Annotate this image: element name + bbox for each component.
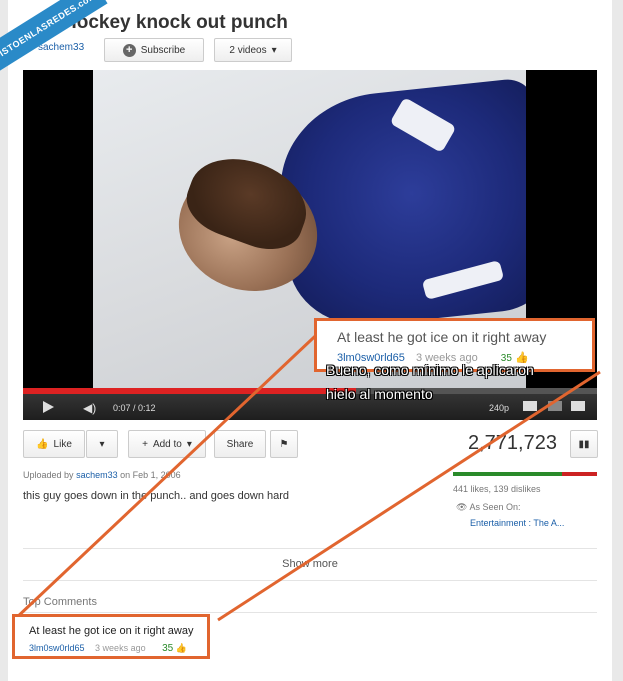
chevron-down-icon: ▾ bbox=[186, 438, 192, 450]
like-ratio-fill bbox=[453, 472, 563, 476]
add-to-button[interactable]: + Add to ▾ bbox=[128, 430, 206, 458]
upload-info: Uploaded by sachem33 on Feb 1, 2006 bbox=[23, 470, 181, 480]
plus-icon: + bbox=[142, 438, 148, 450]
eye-icon: 👁 bbox=[456, 502, 468, 512]
comment-box: At least he got ice on it right away 3lm… bbox=[12, 614, 210, 659]
play-icon[interactable] bbox=[43, 401, 54, 413]
translation-line1: Bueno, como mínimo le aplicaron bbox=[326, 362, 534, 378]
player-controls: ◀) 0:07 / 0:12 240p bbox=[23, 388, 597, 420]
video-title: Hockey knock out punch bbox=[63, 12, 288, 33]
as-seen-on-link[interactable]: Entertainment : The A... bbox=[470, 518, 564, 528]
comment-meta: 3lm0sw0rld65 3 weeks ago 35 👍 bbox=[29, 643, 187, 654]
chevron-down-icon: ▾ bbox=[271, 44, 277, 56]
progress-bar[interactable] bbox=[23, 388, 597, 394]
channel-name[interactable]: sachem33 bbox=[38, 42, 84, 53]
share-button[interactable]: Share bbox=[214, 430, 266, 458]
video-description: this guy goes down in the punch.. and go… bbox=[23, 490, 290, 502]
divider bbox=[23, 548, 597, 549]
bar-chart-icon: ▮▮ bbox=[578, 438, 590, 450]
like-button[interactable]: 👍 Like bbox=[23, 430, 85, 458]
divider bbox=[23, 612, 597, 613]
quality-button[interactable]: 240p bbox=[489, 403, 509, 413]
time-display: 0:07 / 0:12 bbox=[113, 403, 156, 413]
top-comments-heading: Top Comments bbox=[23, 596, 97, 608]
thumbs-up-icon: 👍 bbox=[175, 643, 187, 653]
likes-dislikes: 441 likes, 139 dislikes bbox=[453, 484, 541, 494]
subscribe-button[interactable]: + Subscribe bbox=[104, 38, 204, 62]
as-seen-on-label: 👁 As Seen On: bbox=[456, 502, 521, 512]
view-count: 2,771,723 bbox=[468, 432, 557, 454]
thumbs-up-icon: 👍 bbox=[36, 438, 49, 450]
translation-line2: hielo al momento bbox=[326, 386, 433, 402]
show-more-button[interactable]: Show more bbox=[8, 558, 612, 570]
captions-icon[interactable] bbox=[523, 401, 537, 411]
videos-dropdown[interactable]: 2 videos ▾ bbox=[214, 38, 292, 62]
callout-comment-text: At least he got ice on it right away bbox=[337, 329, 547, 345]
dislike-button[interactable]: ▾ bbox=[86, 430, 118, 458]
divider bbox=[23, 580, 597, 581]
stats-button[interactable]: ▮▮ bbox=[570, 430, 598, 458]
flag-button[interactable]: ⚑ bbox=[270, 430, 298, 458]
progress-fill bbox=[23, 388, 356, 394]
flag-icon: ⚑ bbox=[279, 438, 289, 450]
comment-text: At least he got ice on it right away bbox=[29, 625, 194, 637]
thumbs-down-icon: ▾ bbox=[99, 438, 105, 450]
uploader-link[interactable]: sachem33 bbox=[76, 470, 118, 480]
popout-icon[interactable] bbox=[548, 401, 562, 411]
like-ratio-bar bbox=[453, 472, 597, 476]
plus-icon: + bbox=[122, 43, 136, 57]
volume-icon[interactable]: ◀) bbox=[83, 401, 96, 415]
comment-user-link[interactable]: 3lm0sw0rld65 bbox=[29, 643, 85, 653]
fullscreen-icon[interactable] bbox=[571, 401, 585, 411]
